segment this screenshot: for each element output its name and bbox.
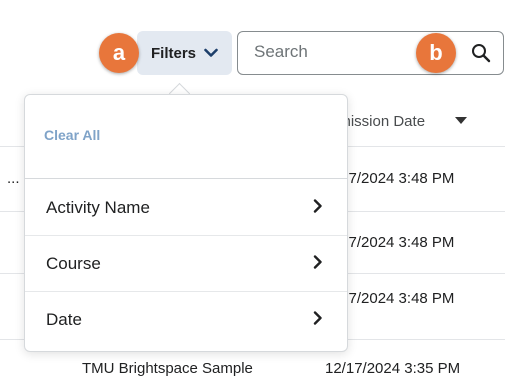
table-cell-course[interactable]: TMU Brightspace Sample xyxy=(82,360,253,377)
filters-button-label: Filters xyxy=(151,44,197,62)
filters-dropdown: Clear All Activity Name Course Date xyxy=(24,94,348,352)
table-cell-truncated: ... xyxy=(7,170,20,187)
filter-item-label: Course xyxy=(46,254,101,273)
table-cell-date: /17/2024 3:48 PM xyxy=(336,234,455,251)
search-icon[interactable] xyxy=(471,43,491,68)
table-cell-date: /17/2024 3:48 PM xyxy=(336,170,455,187)
chevron-right-icon xyxy=(313,198,323,218)
chevron-down-icon xyxy=(204,48,218,58)
clear-all-link[interactable]: Clear All xyxy=(44,127,100,143)
filter-item-label: Activity Name xyxy=(46,198,150,217)
callout-badge-a: a xyxy=(99,33,139,73)
filter-item-activity-name[interactable]: Activity Name xyxy=(25,180,347,236)
callout-badge-b: b xyxy=(416,33,456,73)
chevron-right-icon xyxy=(313,254,323,274)
filters-button[interactable]: Filters xyxy=(137,31,232,75)
search-box xyxy=(237,31,504,75)
search-input[interactable] xyxy=(254,42,434,62)
table-cell-date: /17/2024 3:48 PM xyxy=(336,290,455,307)
dropdown-divider xyxy=(25,178,347,179)
table-cell-date: 12/17/2024 3:35 PM xyxy=(325,360,461,377)
filter-item-label: Date xyxy=(46,310,82,329)
chevron-right-icon xyxy=(313,310,323,330)
filter-item-course[interactable]: Course xyxy=(25,236,347,292)
filter-item-date[interactable]: Date xyxy=(25,292,347,348)
sort-descending-icon[interactable] xyxy=(455,117,467,124)
